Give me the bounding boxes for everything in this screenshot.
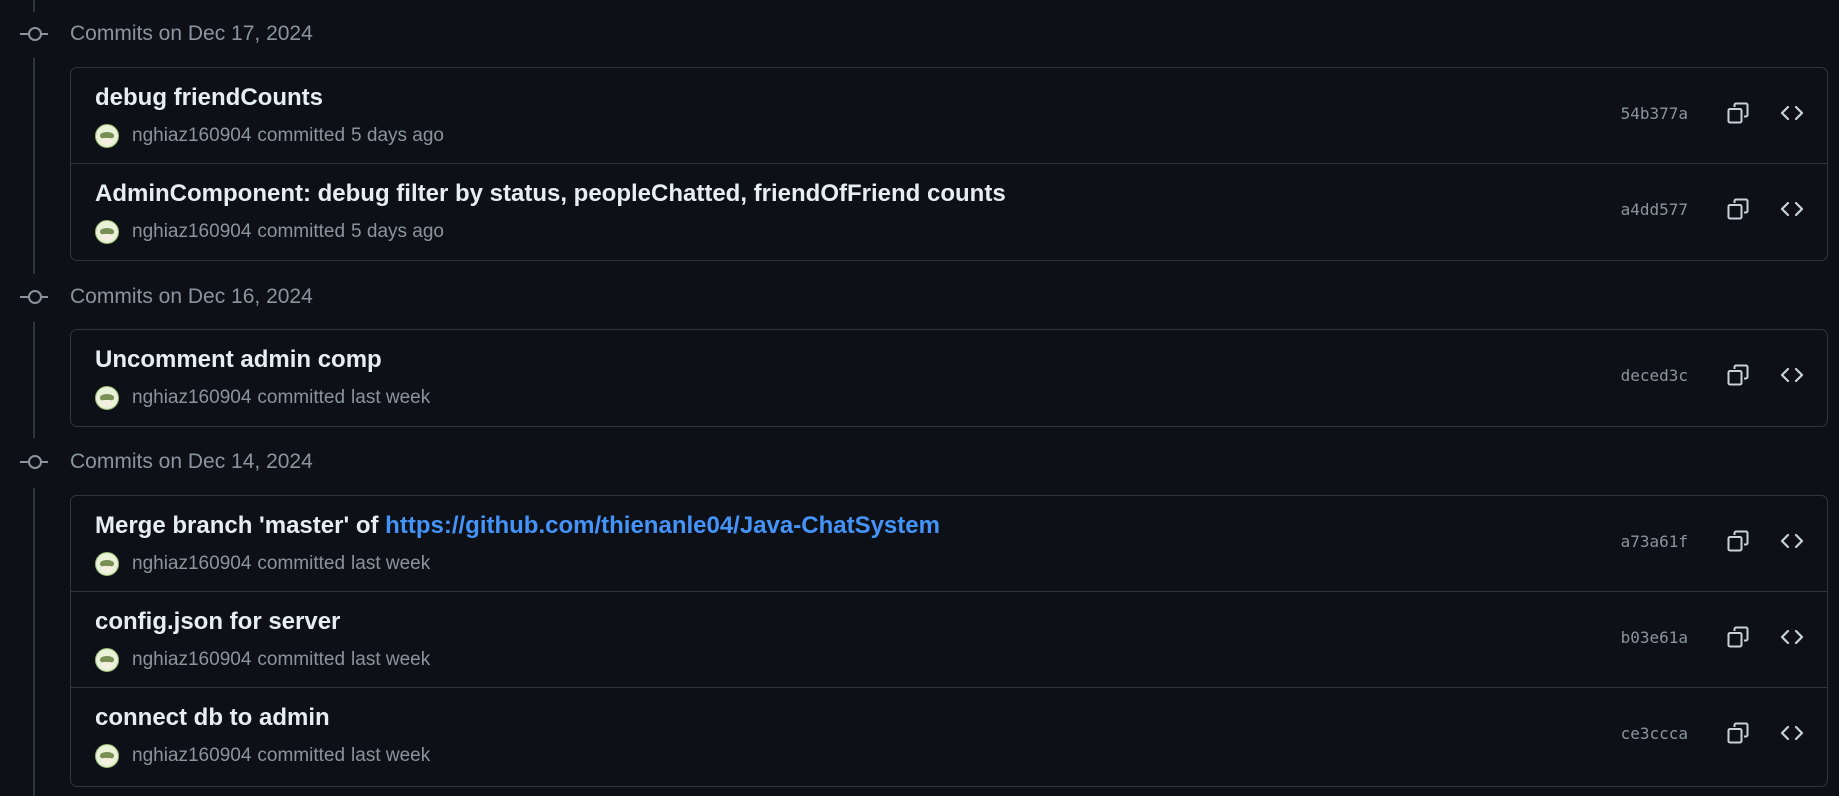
commit-time: 5 days ago	[351, 125, 444, 146]
commit-row: debug friendCounts nghiaz160904 committe…	[71, 68, 1827, 164]
copy-icon	[1727, 198, 1749, 220]
commit-group-title: Commits on Dec 14, 2024	[70, 450, 313, 473]
commit-message[interactable]: debug friendCounts	[95, 84, 323, 112]
commit-message-text[interactable]: Merge branch 'master' of	[95, 512, 379, 539]
commit-message[interactable]: Uncomment admin comp	[95, 346, 382, 374]
copy-icon	[1727, 530, 1749, 552]
commit-sha[interactable]: a73a61f	[1621, 532, 1688, 551]
code-icon	[1780, 367, 1804, 383]
avatar[interactable]	[95, 124, 119, 148]
timeline-line	[33, 322, 35, 438]
commit-group-header: Commits on Dec 16, 2024	[0, 280, 313, 314]
browse-code-button[interactable]	[1773, 618, 1811, 656]
avatar[interactable]	[95, 386, 119, 410]
browse-code-button[interactable]	[1773, 714, 1811, 752]
timeline-line	[33, 0, 35, 12]
commit-group-title: Commits on Dec 16, 2024	[70, 285, 313, 308]
git-commit-icon	[20, 20, 48, 48]
copy-sha-button[interactable]	[1719, 714, 1757, 752]
commit-message-link[interactable]: https://github.com/thienanle04/Java-Chat…	[385, 512, 940, 539]
commit-row: connect db to admin nghiaz160904 committ…	[71, 688, 1827, 783]
avatar[interactable]	[95, 648, 119, 672]
copy-icon	[1727, 364, 1749, 386]
commit-sha[interactable]: a4dd577	[1621, 200, 1688, 219]
copy-icon	[1727, 722, 1749, 744]
commit-time: last week	[351, 387, 431, 408]
commit-meta: nghiaz160904 committed 5 days ago	[95, 220, 444, 244]
commit-sha[interactable]: b03e61a	[1621, 628, 1688, 647]
commit-message[interactable]: AdminComponent: debug filter by status, …	[95, 180, 1006, 208]
git-commit-icon	[20, 283, 48, 311]
copy-icon	[1727, 102, 1749, 124]
commit-author[interactable]: nghiaz160904	[132, 745, 251, 767]
code-icon	[1780, 201, 1804, 217]
commit-action: committed	[257, 387, 346, 408]
commit-meta: nghiaz160904 committed last week	[95, 552, 430, 576]
copy-sha-button[interactable]	[1719, 618, 1757, 656]
commit-row: Merge branch 'master' of https://github.…	[71, 496, 1827, 592]
commit-time: last week	[351, 649, 431, 670]
copy-sha-button[interactable]	[1719, 522, 1757, 560]
commit-author[interactable]: nghiaz160904	[132, 387, 251, 409]
commit-author[interactable]: nghiaz160904	[132, 649, 251, 671]
browse-code-button[interactable]	[1773, 522, 1811, 560]
commit-meta: nghiaz160904 committed last week	[95, 744, 430, 768]
commit-author[interactable]: nghiaz160904	[132, 553, 251, 575]
commit-action: committed	[257, 221, 346, 242]
avatar[interactable]	[95, 220, 119, 244]
commit-meta: nghiaz160904 committed last week	[95, 648, 430, 672]
avatar[interactable]	[95, 744, 119, 768]
commit-group-title: Commits on Dec 17, 2024	[70, 22, 313, 45]
commit-time: last week	[351, 745, 431, 766]
commit-list: debug friendCounts nghiaz160904 committe…	[70, 67, 1828, 261]
code-icon	[1780, 725, 1804, 741]
commit-sha[interactable]: ce3ccca	[1621, 724, 1688, 743]
code-icon	[1780, 629, 1804, 645]
git-commit-icon	[20, 448, 48, 476]
copy-sha-button[interactable]	[1719, 356, 1757, 394]
commit-sha[interactable]: 54b377a	[1621, 104, 1688, 123]
commit-message[interactable]: config.json for server	[95, 608, 340, 636]
commit-row: AdminComponent: debug filter by status, …	[71, 164, 1827, 259]
commit-meta: nghiaz160904 committed last week	[95, 386, 430, 410]
commit-action: committed	[257, 649, 346, 670]
avatar[interactable]	[95, 552, 119, 576]
commit-message: Merge branch 'master' of https://github.…	[95, 512, 940, 540]
browse-code-button[interactable]	[1773, 356, 1811, 394]
commit-author[interactable]: nghiaz160904	[132, 221, 251, 243]
browse-code-button[interactable]	[1773, 94, 1811, 132]
timeline-line	[33, 58, 35, 274]
commit-time: 5 days ago	[351, 221, 444, 242]
timeline-line	[33, 488, 35, 796]
commit-group-header: Commits on Dec 14, 2024	[0, 445, 313, 479]
copy-icon	[1727, 626, 1749, 648]
browse-code-button[interactable]	[1773, 190, 1811, 228]
commit-action: committed	[257, 553, 346, 574]
commit-list: Merge branch 'master' of https://github.…	[70, 495, 1828, 787]
commit-row: config.json for server nghiaz160904 comm…	[71, 592, 1827, 688]
commit-row: Uncomment admin comp nghiaz160904 commit…	[71, 330, 1827, 425]
commit-action: committed	[257, 745, 346, 766]
commit-list: Uncomment admin comp nghiaz160904 commit…	[70, 329, 1828, 427]
commit-message[interactable]: connect db to admin	[95, 704, 330, 732]
commit-author[interactable]: nghiaz160904	[132, 125, 251, 147]
copy-sha-button[interactable]	[1719, 94, 1757, 132]
copy-sha-button[interactable]	[1719, 190, 1757, 228]
commit-group-header: Commits on Dec 17, 2024	[0, 17, 313, 51]
commit-action: committed	[257, 125, 346, 146]
commit-time: last week	[351, 553, 431, 574]
code-icon	[1780, 105, 1804, 121]
commit-sha[interactable]: deced3c	[1621, 366, 1688, 385]
commit-meta: nghiaz160904 committed 5 days ago	[95, 124, 444, 148]
code-icon	[1780, 533, 1804, 549]
